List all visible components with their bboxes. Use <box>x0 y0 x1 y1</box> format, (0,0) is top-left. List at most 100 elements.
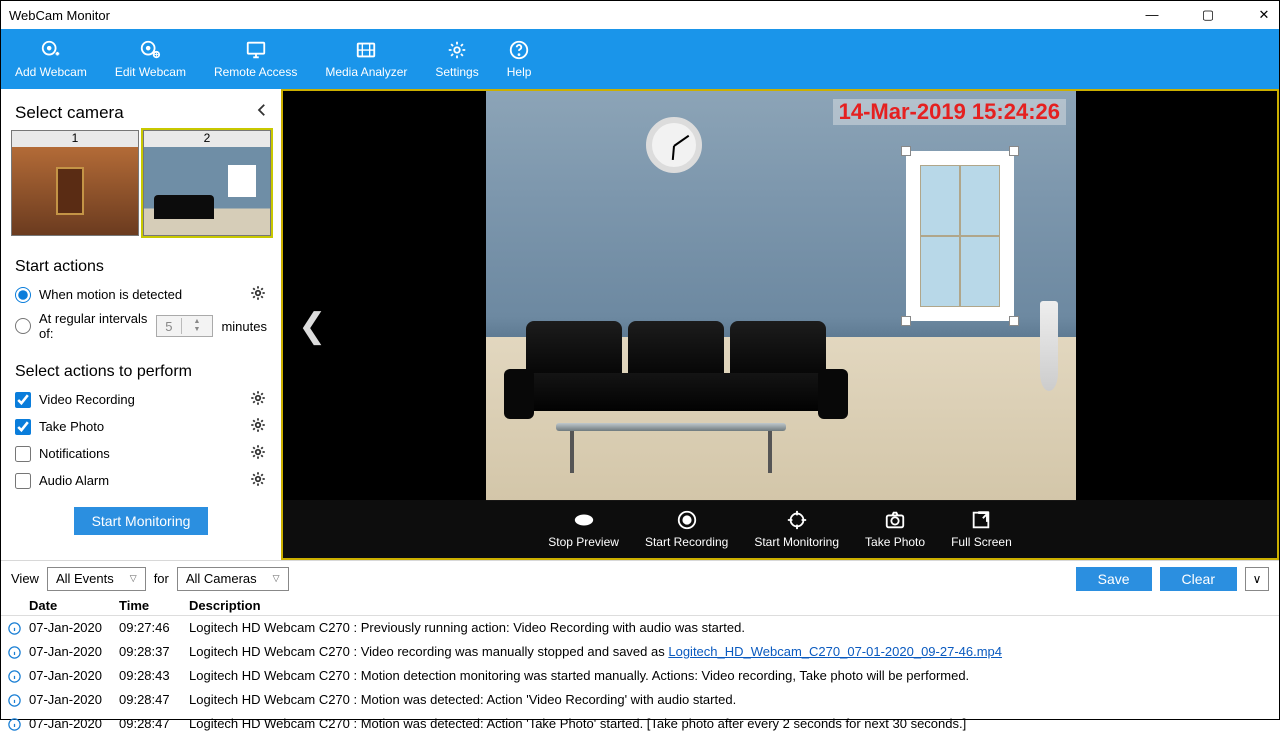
log-time: 09:28:47 <box>119 690 189 710</box>
media-analyzer-label: Media Analyzer <box>325 65 407 79</box>
edit-webcam-label: Edit Webcam <box>115 65 186 79</box>
window-maximize[interactable]: ▢ <box>1193 7 1223 23</box>
log-desc: Logitech HD Webcam C270 : Motion detecti… <box>189 666 969 686</box>
log-desc: Logitech HD Webcam C270 : Motion was det… <box>189 714 966 734</box>
log-date: 07-Jan-2020 <box>29 690 119 710</box>
chk-photo-label: Take Photo <box>39 419 104 434</box>
film-icon <box>355 39 377 61</box>
log-row: 07-Jan-202009:28:47Logitech HD Webcam C2… <box>1 688 1279 712</box>
collapse-sidebar-button[interactable] <box>253 101 271 124</box>
info-icon <box>7 645 29 660</box>
gear-icon <box>446 39 468 61</box>
edit-webcam-button[interactable]: Edit Webcam <box>101 29 200 89</box>
chk-video-recording[interactable] <box>15 392 31 408</box>
camera-thumb-1[interactable]: 1 <box>11 130 139 236</box>
window-close[interactable]: ✕ <box>1249 7 1279 23</box>
window-graphic <box>906 151 1014 321</box>
main-toolbar: Add Webcam Edit Webcam Remote Access Med… <box>1 29 1279 89</box>
webcam-edit-icon <box>139 39 161 61</box>
radio-regular-intervals[interactable] <box>15 318 31 334</box>
notif-settings-button[interactable] <box>249 443 267 464</box>
camera-thumb-2[interactable]: 2 <box>143 130 271 236</box>
expand-log-button[interactable]: ∨ <box>1245 567 1269 591</box>
log-time: 09:28:37 <box>119 642 189 662</box>
start-monitoring-preview-button[interactable]: Start Monitoring <box>754 509 839 549</box>
preview-controls: Stop Preview Start Recording Start Monit… <box>283 500 1277 558</box>
start-recording-button[interactable]: Start Recording <box>645 509 728 549</box>
log-filter-bar: View All Events▽ for All Cameras▽ Save C… <box>1 560 1279 596</box>
log-table: 07-Jan-202009:27:46Logitech HD Webcam C2… <box>1 616 1279 736</box>
help-button[interactable]: Help <box>493 29 546 89</box>
add-webcam-button[interactable]: Add Webcam <box>1 29 101 89</box>
app-title: WebCam Monitor <box>9 8 110 23</box>
remote-access-label: Remote Access <box>214 65 297 79</box>
chk-notif-label: Notifications <box>39 446 110 461</box>
previous-camera-button[interactable]: ❮ <box>298 306 327 346</box>
radio-motion-detected[interactable] <box>15 287 31 303</box>
cameras-select[interactable]: All Cameras▽ <box>177 567 289 591</box>
camera-preview: 14-Mar-2019 15:24:26 ❮ Stop Preview Star… <box>281 89 1279 560</box>
info-icon <box>7 693 29 708</box>
chk-audio-alarm[interactable] <box>15 473 31 489</box>
events-select[interactable]: All Events▽ <box>47 567 146 591</box>
radio-intervals-label: At regular intervals of: <box>39 311 148 341</box>
interval-spinner[interactable]: 5 ▲▼ <box>156 315 213 337</box>
log-row: 07-Jan-202009:28:47Logitech HD Webcam C2… <box>1 712 1279 736</box>
log-row: 07-Jan-202009:28:37Logitech HD Webcam C2… <box>1 640 1279 664</box>
settings-button[interactable]: Settings <box>421 29 492 89</box>
info-icon <box>7 621 29 636</box>
motion-settings-button[interactable] <box>249 284 267 305</box>
log-desc: Logitech HD Webcam C270 : Video recordin… <box>189 642 1002 662</box>
sofa-graphic <box>526 321 826 426</box>
interval-unit: minutes <box>221 319 267 334</box>
start-monitoring-button[interactable]: Start Monitoring <box>74 507 209 535</box>
remote-access-button[interactable]: Remote Access <box>200 29 311 89</box>
eye-icon <box>573 509 595 531</box>
chk-notifications[interactable] <box>15 446 31 462</box>
log-date: 07-Jan-2020 <box>29 618 119 638</box>
for-label: for <box>154 571 169 586</box>
log-row: 07-Jan-202009:27:46Logitech HD Webcam C2… <box>1 616 1279 640</box>
settings-label: Settings <box>435 65 478 79</box>
table-graphic <box>556 423 786 431</box>
info-icon <box>7 669 29 684</box>
chk-take-photo[interactable] <box>15 419 31 435</box>
log-time: 09:28:43 <box>119 666 189 686</box>
clear-log-button[interactable]: Clear <box>1160 567 1237 591</box>
window-minimize[interactable]: — <box>1137 7 1167 23</box>
log-time: 09:27:46 <box>119 618 189 638</box>
vase-graphic <box>1040 301 1058 391</box>
select-actions-heading: Select actions to perform <box>15 363 271 381</box>
fullscreen-icon <box>970 509 992 531</box>
record-icon <box>676 509 698 531</box>
take-photo-button[interactable]: Take Photo <box>865 509 925 549</box>
start-actions-heading: Start actions <box>15 258 271 276</box>
photo-settings-button[interactable] <box>249 416 267 437</box>
video-settings-button[interactable] <box>249 389 267 410</box>
crosshair-icon <box>786 509 808 531</box>
room-scene: 14-Mar-2019 15:24:26 <box>486 91 1076 501</box>
full-screen-button[interactable]: Full Screen <box>951 509 1012 549</box>
camera-icon <box>884 509 906 531</box>
radio-motion-label: When motion is detected <box>39 287 182 302</box>
media-analyzer-button[interactable]: Media Analyzer <box>311 29 421 89</box>
log-date: 07-Jan-2020 <box>29 714 119 734</box>
stop-preview-button[interactable]: Stop Preview <box>548 509 619 549</box>
log-date: 07-Jan-2020 <box>29 642 119 662</box>
add-webcam-label: Add Webcam <box>15 65 87 79</box>
chk-video-label: Video Recording <box>39 392 135 407</box>
log-desc: Logitech HD Webcam C270 : Motion was det… <box>189 690 736 710</box>
log-desc: Logitech HD Webcam C270 : Previously run… <box>189 618 745 638</box>
chk-audio-label: Audio Alarm <box>39 473 109 488</box>
audio-settings-button[interactable] <box>249 470 267 491</box>
preview-timestamp: 14-Mar-2019 15:24:26 <box>833 99 1066 125</box>
webcam-add-icon <box>40 39 62 61</box>
title-bar: WebCam Monitor — ▢ ✕ <box>1 1 1279 29</box>
help-icon <box>508 39 530 61</box>
info-icon <box>7 717 29 732</box>
log-date: 07-Jan-2020 <box>29 666 119 686</box>
log-file-link[interactable]: Logitech_HD_Webcam_C270_07-01-2020_09-27… <box>668 644 1002 659</box>
save-log-button[interactable]: Save <box>1076 567 1152 591</box>
log-row: 07-Jan-202009:28:43Logitech HD Webcam C2… <box>1 664 1279 688</box>
sidebar: Select camera 1 2 Start actions When mot… <box>1 89 281 560</box>
